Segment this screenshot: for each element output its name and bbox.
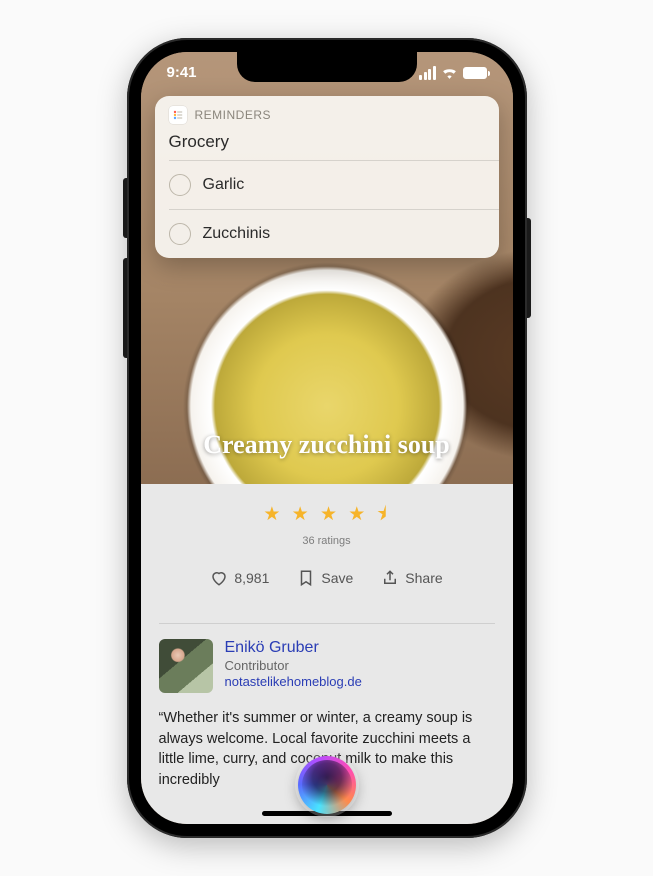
- like-button[interactable]: 8,981: [210, 569, 269, 587]
- siri-orb[interactable]: [298, 756, 356, 814]
- save-label: Save: [321, 570, 353, 586]
- divider: [159, 623, 495, 624]
- signal-icon: [419, 66, 436, 80]
- rating-count: 36 ratings: [141, 535, 513, 547]
- reminder-checkbox[interactable]: [169, 174, 191, 196]
- reminder-checkbox[interactable]: [169, 223, 191, 245]
- like-count: 8,981: [234, 570, 269, 586]
- share-icon: [381, 569, 399, 587]
- share-label: Share: [405, 570, 442, 586]
- save-button[interactable]: Save: [297, 569, 353, 587]
- share-button[interactable]: Share: [381, 569, 442, 587]
- reminders-card[interactable]: REMINDERS Grocery Garlic Zucchinis: [155, 96, 499, 258]
- screen: 9:41 REMINDERS Grocery: [141, 52, 513, 824]
- author-role: Contributor: [225, 658, 362, 673]
- recipe-title: Creamy zucchini soup: [141, 430, 513, 460]
- notch: [237, 52, 417, 82]
- author-avatar[interactable]: [159, 639, 213, 693]
- reminder-item[interactable]: Garlic: [169, 160, 499, 209]
- star-rating[interactable]: ★ ★ ★ ★ ⯨: [141, 500, 513, 532]
- wifi-icon: [441, 66, 458, 79]
- status-time: 9:41: [167, 64, 197, 81]
- author-name[interactable]: Enikö Gruber: [225, 639, 362, 657]
- reminders-list-title: Grocery: [155, 132, 499, 160]
- reminder-item-label: Garlic: [203, 176, 245, 194]
- heart-icon: [210, 569, 228, 587]
- reminders-app-icon: [169, 106, 187, 124]
- author-link[interactable]: notastelikehomeblog.de: [225, 674, 362, 689]
- reminder-item[interactable]: Zucchinis: [169, 209, 499, 258]
- bookmark-icon: [297, 569, 315, 587]
- phone-frame: 9:41 REMINDERS Grocery: [127, 38, 527, 838]
- reminders-app-label: REMINDERS: [195, 108, 272, 122]
- reminder-item-label: Zucchinis: [203, 225, 271, 243]
- battery-icon: [463, 67, 487, 79]
